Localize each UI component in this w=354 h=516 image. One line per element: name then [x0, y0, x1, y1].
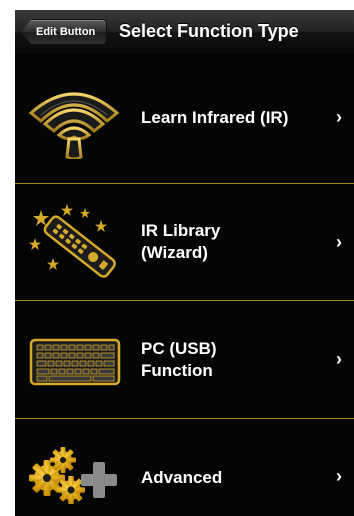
chevron-right-icon: ›	[336, 349, 342, 369]
ir-library-label: IR Library (Wizard)	[141, 221, 221, 262]
menu-item-learn-infrared[interactable]: Learn Infrared (IR) ›	[15, 55, 354, 184]
menu-item-ir-library[interactable]: IR Library (Wizard) ›	[15, 184, 354, 301]
chevron-right-icon: ›	[336, 107, 342, 127]
learn-infrared-label: Learn Infrared (IR)	[141, 108, 289, 127]
chevron-right-icon: ›	[336, 466, 342, 486]
navigation-bar: Edit Button Select Function Type	[15, 10, 354, 55]
chevron-right-icon: ›	[336, 232, 342, 252]
gears-plus-icon	[19, 434, 129, 514]
pc-usb-function-label: PC (USB) Function	[141, 339, 217, 380]
page-title: Select Function Type	[119, 21, 299, 41]
function-type-list: Learn Infrared (IR) › IR Library (Wizard…	[15, 55, 354, 516]
edit-button-back-button[interactable]: Edit Button	[21, 19, 107, 45]
remote-control-icon	[19, 202, 129, 282]
menu-item-advanced[interactable]: Advanced ›	[15, 419, 354, 516]
advanced-label: Advanced	[141, 468, 223, 487]
menu-item-pc-usb-function[interactable]: PC (USB) Function ›	[15, 301, 354, 419]
app-screen: Edit Button Select Function Type Learn I…	[15, 10, 354, 516]
keyboard-icon	[19, 320, 129, 400]
infrared-waves-icon	[19, 79, 129, 159]
